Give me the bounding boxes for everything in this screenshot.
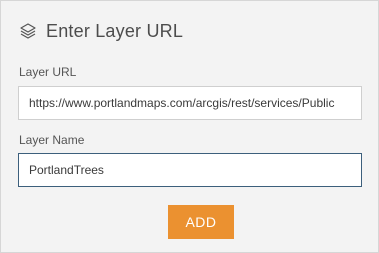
layer-name-input[interactable] <box>18 153 362 187</box>
layer-name-label: Layer Name <box>19 133 85 147</box>
panel-header: Enter Layer URL <box>18 18 183 44</box>
page-title: Enter Layer URL <box>46 20 184 41</box>
add-layer-panel: Enter Layer URL Layer URL Layer Name ADD <box>0 0 379 253</box>
layer-url-label: Layer URL <box>19 65 77 79</box>
add-button[interactable]: ADD <box>168 205 234 239</box>
layer-url-input[interactable] <box>18 86 362 120</box>
layers-icon <box>18 21 38 41</box>
